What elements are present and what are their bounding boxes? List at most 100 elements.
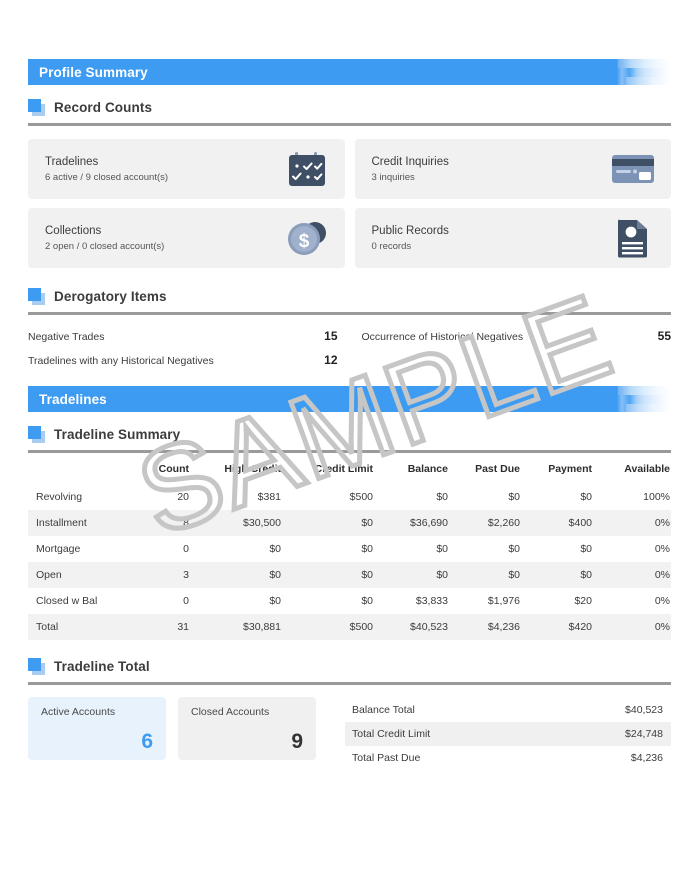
derogatory-items-heading: Derogatory Items (28, 268, 671, 312)
tradeline-summary-heading: Tradeline Summary (28, 412, 671, 450)
derogatory-label: Tradelines with any Historical Negatives (28, 355, 214, 367)
cell-credit-limit: $500 (349, 491, 373, 503)
banner-fade-gradient (608, 59, 671, 85)
table-header-row: Count High Credit Credit Limit Balance P… (28, 455, 671, 484)
section-marker-icon (28, 288, 45, 305)
cell-available: 0% (654, 543, 670, 555)
row-label: Total (36, 621, 59, 633)
record-card-label: Credit Inquiries (371, 155, 449, 168)
credit-card-icon (609, 147, 657, 191)
table-row: Closed w Bal 0 $0 $0 $3,833 $1,976 $20 0… (28, 588, 671, 614)
tradeline-summary-divider (28, 450, 671, 453)
cell-balance: $0 (436, 569, 448, 581)
cell-available: 0% (654, 621, 670, 633)
closed-accounts-card[interactable]: Closed Accounts 9 (178, 697, 316, 760)
record-card-sub: 3 inquiries (371, 171, 415, 183)
credit-report-page: Profile Summary Record Counts Tradelines… (0, 0, 699, 883)
cell-count: 20 (177, 491, 189, 503)
active-accounts-card[interactable]: Active Accounts 6 (28, 697, 166, 760)
table-row: Installment 8 $30,500 $0 $36,690 $2,260 … (28, 510, 671, 536)
derogatory-value: 12 (324, 353, 338, 367)
cell-count: 3 (183, 569, 189, 581)
dollar-coin-icon: $ (283, 216, 331, 260)
cell-available: 0% (654, 595, 670, 607)
record-card-label: Public Records (371, 224, 449, 237)
derogatory-row: Tradelines with any Historical Negatives… (28, 348, 350, 372)
table-row: Revolving 20 $381 $500 $0 $0 $0 100% (28, 484, 671, 510)
tradelines-banner: Tradelines (28, 386, 671, 412)
tradeline-summary-table: Count High Credit Credit Limit Balance P… (28, 455, 671, 640)
cell-count: 8 (183, 517, 189, 529)
derogatory-row: Occurrence of Historical Negatives 55 (350, 324, 672, 348)
tradeline-total-content: Active Accounts 6 Closed Accounts 9 Bala… (28, 697, 671, 770)
totals-row: Total Past Due $4,236 (345, 746, 671, 770)
derogatory-value: 55 (657, 329, 671, 343)
table-row: Mortgage 0 $0 $0 $0 $0 $0 0% (28, 536, 671, 562)
cell-balance: $0 (436, 491, 448, 503)
totals-label: Total Credit Limit (352, 728, 431, 740)
column-header: Credit Limit (314, 463, 373, 475)
tradelines-banner-title: Tradelines (39, 391, 107, 407)
cell-past-due: $0 (508, 491, 520, 503)
derogatory-value: 15 (324, 329, 338, 343)
cell-payment: $0 (580, 491, 592, 503)
totals-label: Total Past Due (352, 752, 421, 764)
row-label: Mortgage (36, 543, 81, 555)
cell-past-due: $4,236 (487, 621, 520, 633)
derogatory-items-divider (28, 312, 671, 315)
cell-high-credit: $30,500 (243, 517, 281, 529)
record-card-label: Tradelines (45, 155, 99, 168)
column-header: Available (624, 463, 670, 475)
cell-available: 0% (654, 569, 670, 581)
record-counts-divider (28, 123, 671, 126)
svg-text:$: $ (298, 231, 309, 252)
record-counts-title: Record Counts (54, 100, 153, 115)
row-label: Installment (36, 517, 87, 529)
cell-past-due: $0 (508, 569, 520, 581)
totals-value: $4,236 (630, 752, 663, 764)
cell-payment: $400 (568, 517, 592, 529)
record-card-credit-inquiries[interactable]: Credit Inquiries 3 inquiries (354, 139, 671, 199)
table-row: Open 3 $0 $0 $0 $0 $0 0% (28, 562, 671, 588)
cell-high-credit: $0 (269, 543, 281, 555)
record-card-public-records[interactable]: Public Records 0 records (354, 208, 671, 268)
closed-accounts-value: 9 (291, 730, 303, 753)
cell-credit-limit: $0 (361, 543, 373, 555)
tradeline-summary-title: Tradeline Summary (54, 427, 181, 442)
totals-label: Balance Total (352, 704, 415, 716)
record-card-sub: 6 active / 9 closed account(s) (45, 171, 169, 183)
cell-balance: $40,523 (410, 621, 448, 633)
tradeline-total-heading: Tradeline Total (28, 640, 671, 682)
derogatory-right-column: Occurrence of Historical Negatives 55 (350, 324, 672, 372)
record-card-collections[interactable]: Collections 2 open / 0 closed account(s)… (28, 208, 345, 268)
cell-payment: $420 (568, 621, 592, 633)
section-marker-icon (28, 99, 45, 116)
tradeline-total-divider (28, 682, 671, 685)
document-icon (609, 216, 657, 260)
totals-value: $40,523 (625, 704, 663, 716)
totals-row: Total Credit Limit $24,748 (345, 722, 671, 746)
cell-balance: $3,833 (415, 595, 448, 607)
cell-high-credit: $0 (269, 569, 281, 581)
cell-count: 0 (183, 543, 189, 555)
record-card-sub: 2 open / 0 closed account(s) (45, 240, 165, 252)
cell-balance: $0 (436, 543, 448, 555)
cell-high-credit: $381 (257, 491, 281, 503)
column-header (28, 455, 133, 484)
totals-value: $24,748 (625, 728, 663, 740)
cell-balance: $36,690 (410, 517, 448, 529)
calendar-check-icon (283, 147, 331, 191)
row-label: Revolving (36, 491, 83, 503)
cell-past-due: $2,260 (487, 517, 520, 529)
record-card-label: Collections (45, 224, 102, 237)
record-card-tradelines[interactable]: Tradelines 6 active / 9 closed account(s… (28, 139, 345, 199)
cell-credit-limit: $0 (361, 517, 373, 529)
derogatory-items-title: Derogatory Items (54, 289, 167, 304)
row-label: Closed w Bal (36, 595, 98, 607)
cell-credit-limit: $500 (349, 621, 373, 633)
derogatory-label: Occurrence of Historical Negatives (361, 331, 524, 343)
cell-payment: $0 (580, 543, 592, 555)
derogatory-row: Negative Trades 15 (28, 324, 350, 348)
derogatory-items-grid: Negative Trades 15 Tradelines with any H… (28, 324, 671, 372)
cell-past-due: $1,976 (487, 595, 520, 607)
